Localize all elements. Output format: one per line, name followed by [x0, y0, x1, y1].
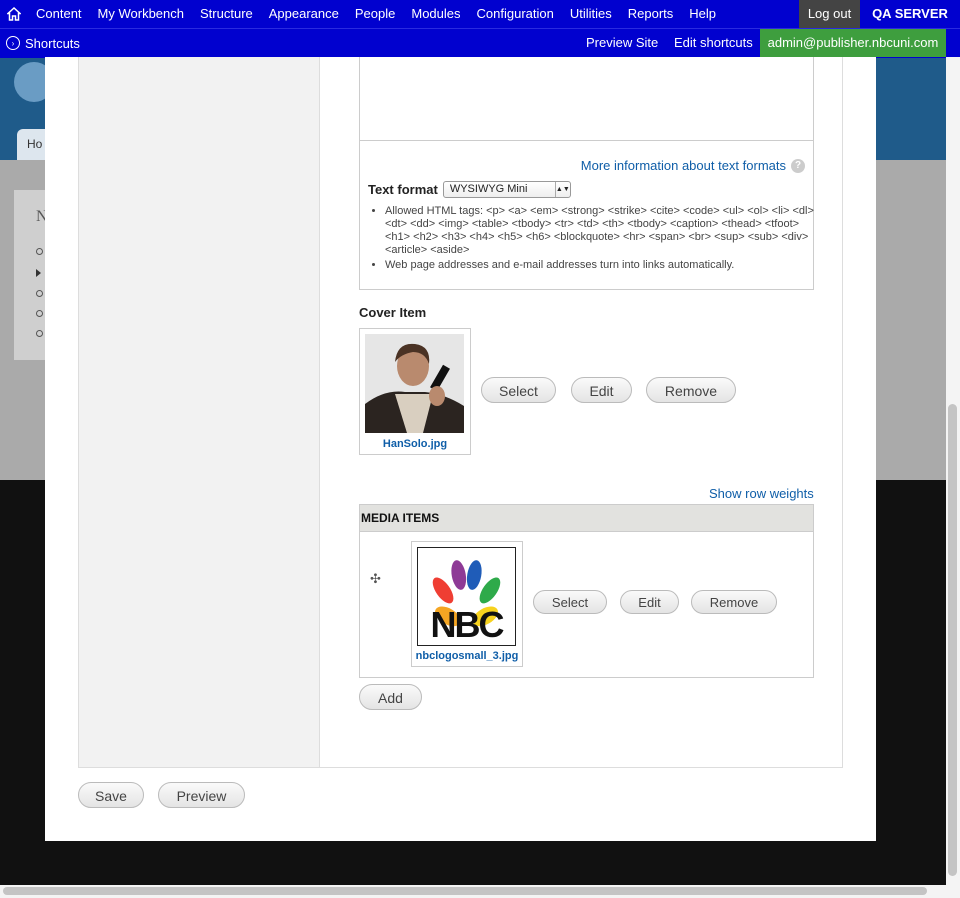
home-icon[interactable] [0, 0, 28, 28]
user-account-link[interactable]: admin@publisher.nbcuni.com [760, 29, 946, 57]
add-media-button[interactable]: Add [359, 684, 422, 710]
chevron-right-icon: › [6, 36, 20, 50]
cover-item-thumbnail[interactable]: HanSolo.jpg [359, 328, 471, 455]
bullet-icon [36, 290, 43, 297]
bullet-icon [36, 310, 43, 317]
shortcuts-bar: › Shortcuts Preview Site Edit shortcuts … [0, 28, 960, 58]
menu-my-workbench[interactable]: My Workbench [90, 0, 192, 28]
drag-handle-icon[interactable]: ✣ [370, 571, 381, 587]
menu-content[interactable]: Content [28, 0, 90, 28]
filter-tip-allowed-tags: Allowed HTML tags: <p> <a> <em> <strong>… [385, 205, 825, 257]
background-tab-label: Ho [27, 137, 43, 151]
media-remove-button[interactable]: Remove [691, 590, 777, 614]
media-item-filename[interactable]: nbclogosmall_3.jpg [412, 650, 522, 662]
body-textarea[interactable] [359, 57, 814, 141]
cover-item-label: Cover Item [359, 305, 427, 320]
media-items-header: MEDIA ITEMS [360, 505, 813, 532]
horizontal-scrollbar[interactable] [3, 887, 927, 895]
more-info-link[interactable]: More information about text formats [581, 158, 786, 173]
menu-utilities[interactable]: Utilities [562, 0, 620, 28]
menu-reports[interactable]: Reports [620, 0, 682, 28]
menu-modules[interactable]: Modules [403, 0, 468, 28]
media-edit-button[interactable]: Edit [620, 590, 679, 614]
preview-site-link[interactable]: Preview Site [586, 29, 658, 57]
more-info-text-formats[interactable]: More information about text formats ? [581, 158, 805, 173]
media-item-thumbnail[interactable]: NBC nbclogosmall_3.jpg [411, 541, 523, 667]
cover-remove-button[interactable]: Remove [646, 377, 736, 403]
text-format-wrapper: More information about text formats ? Te… [359, 140, 814, 290]
cover-item-filename[interactable]: HanSolo.jpg [360, 438, 470, 450]
show-row-weights-link[interactable]: Show row weights [709, 486, 814, 501]
save-button[interactable]: Save [78, 782, 144, 808]
text-format-label: Text format [368, 182, 438, 197]
bullet-icon [36, 248, 43, 255]
admin-toolbar: Content My Workbench Structure Appearanc… [0, 0, 960, 28]
media-items-table: MEDIA ITEMS ✣ NBC nbclogosmall_3.jpg Sel… [359, 504, 814, 678]
text-format-selected: WYSIWYG Mini [449, 183, 528, 195]
bullet-icon [36, 330, 43, 337]
media-select-button[interactable]: Select [533, 590, 607, 614]
select-arrows-icon: ▲▼ [554, 182, 570, 197]
server-badge: QA SERVER [872, 6, 948, 21]
cover-select-button[interactable]: Select [481, 377, 556, 403]
help-icon[interactable]: ? [791, 158, 805, 173]
admin-menu: Content My Workbench Structure Appearanc… [0, 0, 724, 28]
nbc-logo-image: NBC [417, 547, 516, 646]
edit-shortcuts-link[interactable]: Edit shortcuts [674, 29, 753, 57]
overlay-dialog: More information about text formats ? Te… [45, 57, 876, 841]
shortcuts-label: Shortcuts [25, 35, 80, 51]
menu-appearance[interactable]: Appearance [261, 0, 347, 28]
filter-tip-urls: Web page addresses and e-mail addresses … [385, 259, 825, 272]
filter-tips: Allowed HTML tags: <p> <a> <em> <strong>… [368, 205, 825, 274]
menu-structure[interactable]: Structure [192, 0, 261, 28]
menu-people[interactable]: People [347, 0, 403, 28]
triangle-bullet-icon [36, 269, 41, 277]
text-format-select[interactable]: WYSIWYG Mini ▲▼ [442, 181, 571, 198]
nbc-logo-text: NBC [430, 604, 505, 645]
shortcuts-toggle[interactable]: › Shortcuts [6, 29, 80, 57]
cover-edit-button[interactable]: Edit [571, 377, 632, 403]
form-sidebar [78, 57, 320, 768]
logout-link[interactable]: Log out [799, 0, 860, 28]
preview-button[interactable]: Preview [158, 782, 245, 808]
menu-help[interactable]: Help [681, 0, 724, 28]
cover-image [365, 334, 464, 433]
menu-configuration[interactable]: Configuration [469, 0, 562, 28]
vertical-scrollbar[interactable] [948, 404, 957, 876]
text-format-row: Text format WYSIWYG Mini ▲▼ [368, 181, 571, 198]
